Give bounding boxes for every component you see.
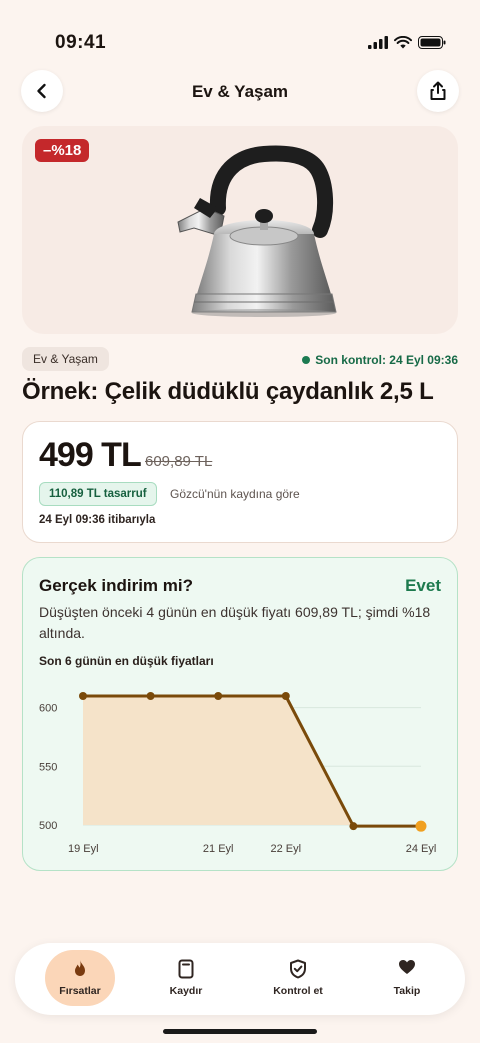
data-point xyxy=(281,691,290,700)
data-point xyxy=(146,691,155,700)
old-price: 609,89 TL xyxy=(145,453,213,470)
x-tick-label: 21 Eyl xyxy=(203,843,234,855)
price-timestamp: 24 Eyl 09:36 itibarıyla xyxy=(39,514,156,526)
x-tick-label: 19 Eyl xyxy=(68,843,99,855)
wifi-icon xyxy=(394,36,412,49)
y-tick-label: 500 xyxy=(39,820,57,832)
shield-check-icon xyxy=(290,959,306,979)
verdict-question: Gerçek indirim mi? xyxy=(39,576,193,595)
price-history-chart: 500 550 600 19 Eyl 21 Eyl 22 Eyl 24 Eyl xyxy=(39,691,437,855)
heart-icon xyxy=(399,960,415,974)
savings-badge: 110,89 TL tasarruf xyxy=(39,482,157,506)
tab-label: Fırsatlar xyxy=(59,985,101,997)
battery-icon xyxy=(418,36,446,49)
status-time: 09:41 xyxy=(55,32,107,53)
data-point xyxy=(349,822,358,831)
area-fill xyxy=(83,695,421,827)
share-icon xyxy=(430,81,446,100)
verdict-description: Düşüşten önceki 4 günün en düşük fiyatı … xyxy=(39,604,431,641)
share-button[interactable] xyxy=(417,70,459,112)
product-title: Örnek: Çelik düdüklü çaydanlık 2,5 L xyxy=(22,378,434,405)
verdict-answer: Evet xyxy=(405,576,441,595)
y-tick-label: 550 xyxy=(39,761,57,773)
y-tick-label: 600 xyxy=(39,703,57,715)
last-check-status: Son kontrol: 24 Eyl 09:36 xyxy=(302,353,458,367)
phone-card-icon xyxy=(178,959,194,979)
x-tick-label: 22 Eyl xyxy=(271,843,302,855)
last-check-text: Son kontrol: 24 Eyl 09:36 xyxy=(315,353,458,367)
current-price: 499 TL xyxy=(39,436,142,474)
tab-label: Takip xyxy=(393,985,421,997)
tab-label: Kontrol et xyxy=(273,985,323,997)
real-discount-card: Gerçek indirim mi? Evet Düşüşten önceki … xyxy=(22,557,458,871)
tab-label: Kaydır xyxy=(169,985,203,997)
chart-title: Son 6 günün en düşük fiyatları xyxy=(39,654,214,668)
kettle-image xyxy=(177,145,337,317)
tab-kontrol-et[interactable]: Kontrol et xyxy=(263,950,333,1006)
data-point xyxy=(214,691,223,700)
nav-bar: Ev & Yaşam xyxy=(0,70,480,114)
status-dot-icon xyxy=(302,356,311,364)
product-meta-row: Ev & Yaşam Son kontrol: 24 Eyl 09:36 xyxy=(22,347,458,373)
data-point xyxy=(415,820,427,832)
page-title: Ev & Yaşam xyxy=(191,82,289,101)
signal-icon xyxy=(368,36,388,49)
bottom-tab-bar: Fırsatlar Kaydır Kontrol et Takip xyxy=(15,943,465,1015)
status-icons xyxy=(368,36,446,49)
price-card: 499 TL 609,89 TL 110,89 TL tasarruf Gözc… xyxy=(22,421,458,543)
category-chip[interactable]: Ev & Yaşam xyxy=(22,347,109,371)
flame-icon xyxy=(75,960,85,976)
data-point xyxy=(79,691,87,700)
tab-firsatlar[interactable]: Fırsatlar xyxy=(45,950,115,1006)
savings-note: Gözcü'nün kaydına göre xyxy=(170,487,300,501)
discount-badge: –%18 xyxy=(35,139,90,162)
product-image-card[interactable]: –%18 xyxy=(22,126,458,334)
status-bar: 09:41 xyxy=(0,0,480,70)
home-indicator xyxy=(163,1029,317,1034)
tab-kaydir[interactable]: Kaydır xyxy=(151,950,221,1006)
x-tick-label: 24 Eyl xyxy=(406,843,437,855)
tab-takip[interactable]: Takip xyxy=(372,950,442,1006)
